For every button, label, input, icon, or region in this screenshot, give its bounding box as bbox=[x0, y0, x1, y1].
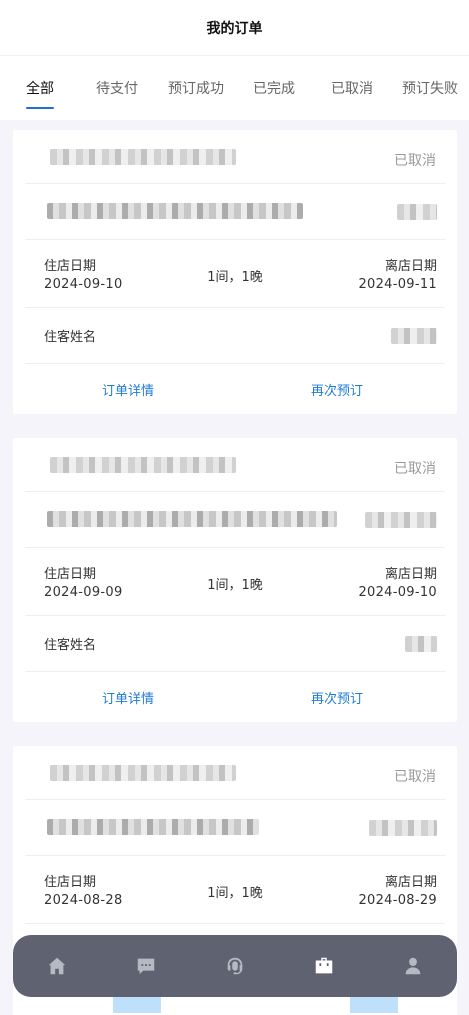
hotel-name-redacted bbox=[47, 511, 337, 527]
orders-icon bbox=[315, 957, 333, 974]
tab-all[interactable]: 全部 bbox=[26, 78, 54, 98]
order-details-link[interactable]: 订单详情 bbox=[102, 688, 154, 707]
blurred-link bbox=[350, 995, 398, 1013]
status-badge: 已取消 bbox=[394, 153, 436, 169]
tab-failed[interactable]: 预订失败 bbox=[402, 78, 458, 98]
stay-dates-row: 住店日期 2024-08-28 1间，1晚 离店日期 2024-08-29 bbox=[25, 856, 445, 924]
nav-profile[interactable] bbox=[393, 946, 433, 986]
nav-messages[interactable] bbox=[126, 946, 166, 986]
nav-orders[interactable] bbox=[304, 946, 344, 986]
guest-name-label: 住客姓名 bbox=[44, 330, 97, 345]
guest-name-label: 住客姓名 bbox=[44, 638, 97, 653]
actions-row: 订单详情 再次预订 bbox=[25, 364, 445, 414]
tab-cancelled[interactable]: 已取消 bbox=[331, 78, 373, 98]
message-icon bbox=[137, 958, 155, 975]
active-tab-indicator bbox=[26, 107, 54, 109]
hotel-row bbox=[25, 492, 445, 548]
stay-dates-row: 住店日期 2024-09-10 1间，1晚 离店日期 2024-09-11 bbox=[25, 240, 445, 308]
nav-customer-service[interactable] bbox=[215, 946, 255, 986]
checkout-label: 离店日期 bbox=[384, 875, 437, 890]
customer-service-icon bbox=[227, 957, 243, 975]
book-again-link[interactable]: 再次预订 bbox=[311, 688, 363, 707]
hotel-row bbox=[25, 184, 445, 240]
checkout-label: 离店日期 bbox=[384, 259, 437, 274]
order-details-link[interactable]: 订单详情 bbox=[102, 380, 154, 399]
guest-name-redacted bbox=[391, 328, 437, 344]
checkout-label: 离店日期 bbox=[384, 567, 437, 582]
hotel-name-redacted bbox=[47, 203, 303, 219]
order-number-redacted bbox=[50, 149, 236, 165]
order-tabs: 全部 待支付 预订成功 已完成 已取消 预订失败 bbox=[0, 56, 469, 120]
checkout-date: 2024-09-11 bbox=[358, 277, 437, 292]
hotel-row bbox=[25, 800, 445, 856]
nav-home[interactable] bbox=[37, 946, 77, 986]
order-card[interactable]: 已取消 住店日期 2024-09-09 1间，1晚 离店日期 2024-09-1… bbox=[13, 438, 457, 722]
tab-booked[interactable]: 预订成功 bbox=[168, 78, 224, 98]
order-header-row bbox=[25, 438, 445, 492]
guest-name-redacted bbox=[405, 636, 437, 652]
order-header-row bbox=[25, 130, 445, 184]
stay-dates-row: 住店日期 2024-09-09 1间，1晚 离店日期 2024-09-10 bbox=[25, 548, 445, 616]
guest-row: 住客姓名 bbox=[25, 308, 445, 364]
order-number-redacted bbox=[50, 457, 236, 473]
price-redacted bbox=[397, 204, 437, 220]
blurred-link bbox=[113, 995, 161, 1013]
status-badge: 已取消 bbox=[394, 461, 436, 477]
profile-icon bbox=[405, 957, 420, 975]
bottom-nav bbox=[13, 935, 457, 997]
home-icon bbox=[49, 957, 66, 975]
guest-row: 住客姓名 bbox=[25, 616, 445, 672]
page-title: 我的订单 bbox=[206, 20, 263, 37]
actions-row: 订单详情 再次预订 bbox=[25, 672, 445, 722]
order-number-redacted bbox=[50, 765, 236, 781]
tab-completed[interactable]: 已完成 bbox=[253, 78, 295, 98]
price-redacted bbox=[369, 820, 437, 836]
book-again-link[interactable]: 再次预订 bbox=[311, 380, 363, 399]
tab-pending-payment[interactable]: 待支付 bbox=[96, 78, 138, 98]
status-badge: 已取消 bbox=[394, 769, 436, 785]
header-bar: 我的订单 bbox=[0, 0, 469, 56]
order-card[interactable]: 已取消 住店日期 2024-09-10 1间，1晚 离店日期 2024-09-1… bbox=[13, 130, 457, 414]
checkout-date: 2024-08-29 bbox=[358, 893, 437, 908]
checkout-date: 2024-09-10 bbox=[358, 585, 437, 600]
order-header-row bbox=[25, 746, 445, 800]
price-redacted bbox=[365, 512, 437, 528]
hotel-name-redacted bbox=[47, 819, 259, 835]
